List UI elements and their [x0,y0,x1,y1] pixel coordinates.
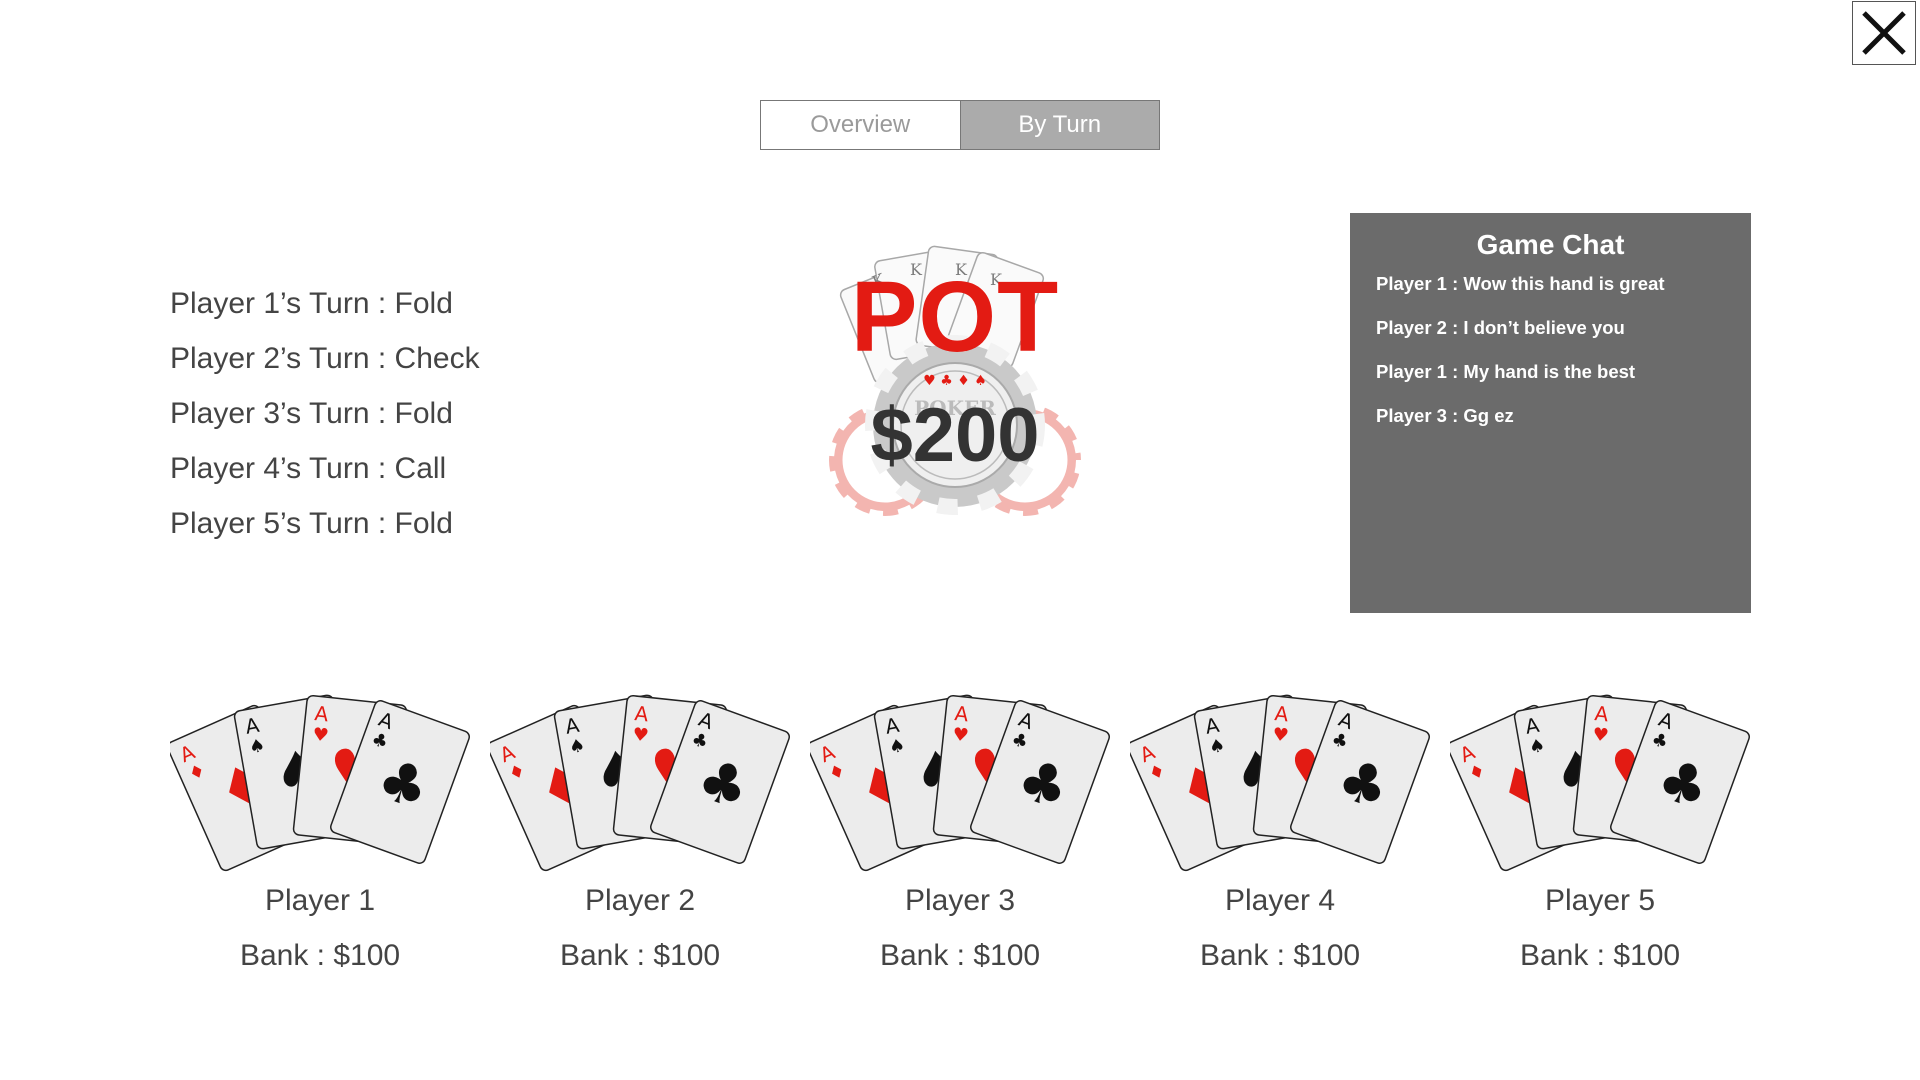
player-name: Player 5 [1544,884,1656,917]
chat-message-list: Player 1 : Wow this hand is great Player… [1350,269,1751,445]
player-bank: Bank : $100 [1519,939,1681,972]
player-name: Player 1 [264,884,376,917]
card-hand-icon: A♦♦A♠♠A♥♥A♣♣ [1130,694,1430,872]
card-rank: A [1274,701,1290,726]
card-rank: A [954,701,970,726]
turn-item: Player 3’s Turn : Fold [170,397,453,430]
player-name: Player 3 [904,884,1016,917]
player-bank: Bank : $100 [879,939,1041,972]
close-button[interactable] [1852,1,1916,65]
close-icon [1862,11,1906,55]
player-name: Player 2 [584,884,696,917]
player-card-5: A♦♦A♠♠A♥♥A♣♣ Player 5 Bank : $100 [1450,690,1750,1010]
card-rank: A [314,701,330,726]
card-suit-small: ♥ [951,724,969,747]
card-suit-small: ♥ [631,724,649,747]
player-bank: Bank : $100 [1199,939,1361,972]
card-hand-icon: A♦♦A♠♠A♥♥A♣♣ [1450,694,1750,872]
pot-amount: $200 [870,393,1040,478]
chat-message: Player 1 : My hand is the best [1376,361,1636,382]
card-suit-small: ♥ [1591,724,1609,747]
chat-title: Game Chat [1476,229,1625,260]
player-bank: Bank : $100 [559,939,721,972]
pot-label: POT [850,261,1060,373]
card-hand-icon: A♦♦A♠♠A♥♥A♣♣ [810,694,1110,872]
player-name: Player 4 [1224,884,1336,917]
view-tabs: Overview By Turn [760,100,1160,150]
card-hand-icon: A♦♦A♠♠A♥♥A♣♣ [170,694,470,872]
chat-message: Player 1 : Wow this hand is great [1376,273,1665,294]
game-chat-panel: Game Chat Player 1 : Wow this hand is gr… [1350,213,1751,613]
pot-display: K K K K ♥ ♣ ♦ ♠ POKER POT $200 [820,230,1090,530]
poker-game-summary: Overview By Turn Player 1’s Turn : Fold … [0,0,1920,1080]
chat-message: Player 3 : Gg ez [1376,405,1514,426]
card-hand-icon: A♦♦A♠♠A♥♥A♣♣ [490,694,790,872]
turn-item: Player 2’s Turn : Check [170,342,480,375]
tab-overview[interactable]: Overview [761,101,961,149]
turn-item: Player 5’s Turn : Fold [170,507,453,540]
turn-list: Player 1’s Turn : Fold Player 2’s Turn :… [170,282,480,557]
turn-item: Player 4’s Turn : Call [170,452,447,485]
player-bank: Bank : $100 [239,939,401,972]
card-suit-small: ♥ [311,724,329,747]
player-card-3: A♦♦A♠♠A♥♥A♣♣ Player 3 Bank : $100 [810,690,1110,1010]
player-card-4: A♦♦A♠♠A♥♥A♣♣ Player 4 Bank : $100 [1130,690,1430,1010]
card-rank: A [1594,701,1610,726]
card-suit-small: ♥ [1271,724,1289,747]
player-card-1: A♦♦A♠♠A♥♥A♣♣ Player 1 Bank : $100 [170,690,470,1010]
tab-by-turn[interactable]: By Turn [960,101,1159,149]
player-card-2: A♦♦A♠♠A♥♥A♣♣ Player 2 Bank : $100 [490,690,790,1010]
card-rank: A [634,701,650,726]
chat-message: Player 2 : I don’t believe you [1376,317,1625,338]
turn-item: Player 1’s Turn : Fold [170,287,453,320]
players-row: A♦♦A♠♠A♥♥A♣♣ Player 1 Bank : $100 A♦♦A♠♠… [170,690,1770,1010]
svg-text:♥ ♣ ♦ ♠: ♥ ♣ ♦ ♠ [923,373,987,389]
